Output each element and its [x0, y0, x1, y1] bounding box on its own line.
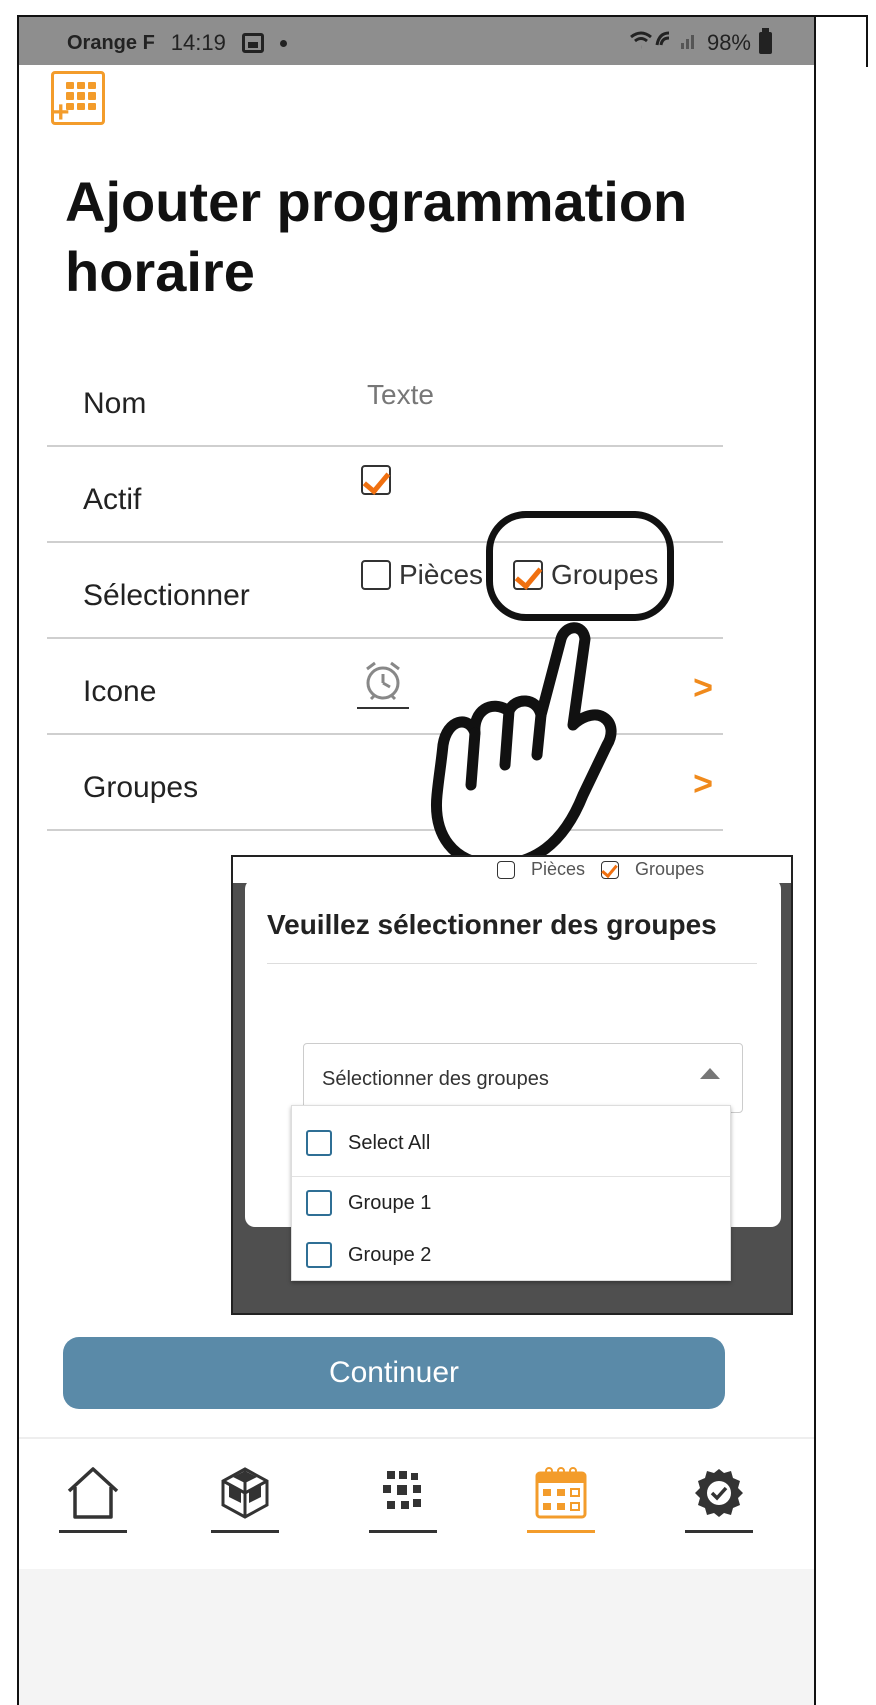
active-checkbox[interactable] — [361, 465, 391, 495]
notification-dot-icon — [279, 39, 287, 47]
groups-checkbox-preview — [601, 860, 620, 879]
status-bar: Orange F 14:19 98% — [19, 17, 814, 65]
group-1-option[interactable]: Groupe 1 — [306, 1190, 431, 1216]
system-navigation-bar — [19, 1569, 814, 1705]
alarm-clock-icon[interactable] — [357, 657, 409, 709]
group-2-checkbox[interactable] — [306, 1242, 332, 1268]
list-divider — [292, 1176, 730, 1177]
groups-label: Groupes — [83, 771, 199, 804]
calendar-icon — [535, 1467, 587, 1519]
nav-schedules[interactable] — [527, 1463, 595, 1533]
nav-scenes[interactable] — [369, 1463, 437, 1533]
rooms-option[interactable]: Pièces — [361, 559, 483, 591]
rooms-option-label: Pièces — [399, 559, 484, 590]
nav-devices[interactable] — [211, 1463, 279, 1533]
gear-icon — [695, 1469, 743, 1517]
add-schedule-icon: + — [51, 71, 105, 128]
wifi-signal-icon — [629, 29, 699, 57]
battery-percent: 98% — [706, 30, 751, 55]
dialog-title: Veuillez sélectionner des groupes — [267, 909, 717, 940]
clock: 14:19 — [170, 30, 226, 55]
phone-screen: Orange F 14:19 98% + Ajouter programmati… — [17, 15, 816, 1705]
caret-up-icon[interactable] — [700, 1068, 720, 1079]
select-all-label: Select All — [348, 1131, 431, 1154]
highlight-ring — [486, 511, 674, 621]
groups-dropdown-list: Select All Groupe 1 Groupe 2 — [291, 1105, 731, 1281]
select-all-option[interactable]: Select All — [306, 1130, 430, 1156]
cube-icon — [221, 1467, 269, 1519]
group-1-label: Groupe 1 — [348, 1191, 432, 1214]
dropdown-placeholder: Sélectionner des groupes — [322, 1068, 549, 1090]
pointing-hand-icon — [431, 622, 617, 871]
home-icon — [67, 1467, 119, 1519]
carrier-name: Orange F — [67, 31, 155, 54]
rooms-checkbox-preview — [497, 860, 515, 879]
icon-label: Icone — [83, 675, 157, 708]
group-1-checkbox[interactable] — [306, 1190, 332, 1216]
nav-settings[interactable] — [685, 1463, 753, 1533]
groups-dropdown[interactable]: Sélectionner des groupes — [303, 1043, 743, 1113]
name-label: Nom — [83, 387, 147, 420]
name-input[interactable]: Texte — [367, 379, 434, 411]
rooms-checkbox[interactable] — [361, 560, 391, 590]
group-2-option[interactable]: Groupe 2 — [306, 1242, 431, 1268]
battery-icon — [759, 28, 772, 54]
select-all-checkbox[interactable] — [306, 1130, 332, 1156]
name-row: Nom Texte — [47, 351, 723, 447]
page-title: Ajouter programmation horaire — [65, 170, 688, 303]
screenshot-notification-icon — [241, 33, 264, 53]
bottom-navigation — [19, 1437, 814, 1567]
frame-edge — [866, 15, 868, 67]
group-2-label: Groupe 2 — [348, 1243, 432, 1266]
dialog-divider — [267, 963, 757, 964]
screenshot-stage: Orange F 14:19 98% + Ajouter programmati… — [0, 0, 876, 1705]
groups-dialog-preview: Pièces Groupes Veuillez sélectionner des… — [231, 855, 793, 1315]
active-label: Actif — [83, 483, 142, 516]
scenes-icon — [383, 1471, 421, 1509]
rooms-label-preview: Pièces — [531, 859, 586, 879]
continue-button[interactable]: Continuer — [63, 1337, 725, 1409]
select-label: Sélectionner — [83, 579, 250, 612]
groups-label-preview: Groupes — [635, 859, 705, 879]
chevron-right-icon[interactable]: > — [693, 765, 713, 804]
chevron-right-icon[interactable]: > — [693, 669, 713, 708]
frame-edge — [816, 15, 868, 17]
nav-home[interactable] — [59, 1463, 127, 1533]
